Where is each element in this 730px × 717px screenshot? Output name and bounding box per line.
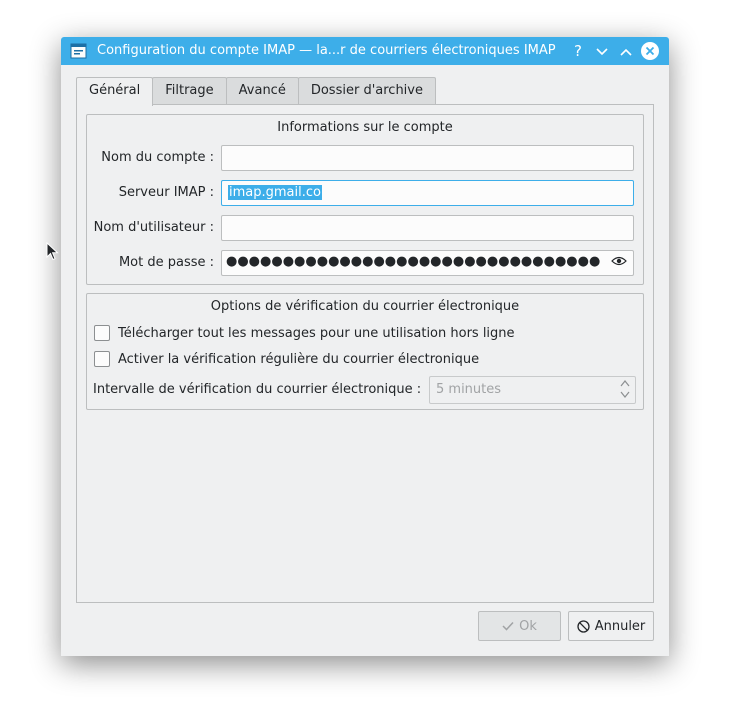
account-name-field[interactable] xyxy=(221,145,634,171)
password-mask: ●●●●●●●●●●●●●●●●●●●●●●●●●●●●●●●●●●●● xyxy=(226,254,601,269)
mail-check-options-title: Options de vérification du courrier élec… xyxy=(210,299,520,314)
offline-download-checkbox[interactable] xyxy=(94,325,110,341)
tab-filtering[interactable]: Filtrage xyxy=(152,77,227,104)
tab-bar: Général Filtrage Avancé Dossier d'archiv… xyxy=(76,77,436,106)
ok-button-label: Ok xyxy=(519,618,537,634)
imap-server-value: imap.gmail.co xyxy=(228,185,322,200)
imap-config-dialog: Configuration du compte IMAP — la...r de… xyxy=(61,37,669,656)
close-button[interactable] xyxy=(641,42,659,60)
spin-arrows-icon xyxy=(620,378,630,403)
tab-general[interactable]: Général xyxy=(76,77,154,106)
account-name-label: Nom du compte : xyxy=(101,150,214,165)
general-tab-panel: Informations sur le compte Nom du compte… xyxy=(76,104,654,603)
imap-server-label: Serveur IMAP : xyxy=(118,185,214,200)
help-button[interactable]: ? xyxy=(568,41,588,61)
app-icon xyxy=(70,43,87,59)
periodic-check-checkbox[interactable] xyxy=(94,351,110,367)
tab-archive-folder[interactable]: Dossier d'archive xyxy=(297,77,436,104)
offline-download-option[interactable]: Télécharger tout les messages pour une u… xyxy=(94,325,515,341)
window-title: Configuration du compte IMAP — la...r de… xyxy=(97,43,556,58)
show-password-icon[interactable] xyxy=(611,254,627,272)
maximize-button[interactable] xyxy=(616,41,636,61)
periodic-check-option[interactable]: Activer la vérification régulière du cou… xyxy=(94,351,479,367)
password-label: Mot de passe : xyxy=(118,255,214,270)
account-info-group: Informations sur le compte Nom du compte… xyxy=(86,114,644,285)
mail-check-options-group: Options de vérification du courrier élec… xyxy=(86,293,644,410)
check-interval-label: Intervalle de vérification du courrier é… xyxy=(93,382,422,397)
check-interval-value: 5 minutes xyxy=(436,382,502,397)
chevron-up-icon xyxy=(620,48,632,56)
username-label: Nom d'utilisateur : xyxy=(93,220,214,235)
minimize-button[interactable] xyxy=(592,41,612,61)
periodic-check-label: Activer la vérification régulière du cou… xyxy=(118,351,480,367)
username-field[interactable] xyxy=(221,215,634,241)
offline-download-label: Télécharger tout les messages pour une u… xyxy=(118,325,515,341)
cancel-button-label: Annuler xyxy=(594,618,646,634)
chevron-down-icon xyxy=(596,48,608,56)
cancel-button[interactable]: Annuler xyxy=(568,611,654,641)
password-field[interactable]: ●●●●●●●●●●●●●●●●●●●●●●●●●●●●●●●●●●●● xyxy=(221,250,634,276)
cancel-icon xyxy=(577,619,590,633)
imap-server-field[interactable]: imap.gmail.co xyxy=(221,180,634,206)
ok-button[interactable]: Ok xyxy=(478,611,561,641)
account-info-title: Informations sur le compte xyxy=(277,120,453,135)
titlebar[interactable]: Configuration du compte IMAP — la...r de… xyxy=(61,37,669,65)
check-icon xyxy=(502,621,514,631)
close-icon xyxy=(645,46,655,56)
check-interval-spinbox: 5 minutes xyxy=(429,376,636,404)
tab-advanced[interactable]: Avancé xyxy=(225,77,299,104)
mouse-cursor-icon xyxy=(46,242,59,261)
